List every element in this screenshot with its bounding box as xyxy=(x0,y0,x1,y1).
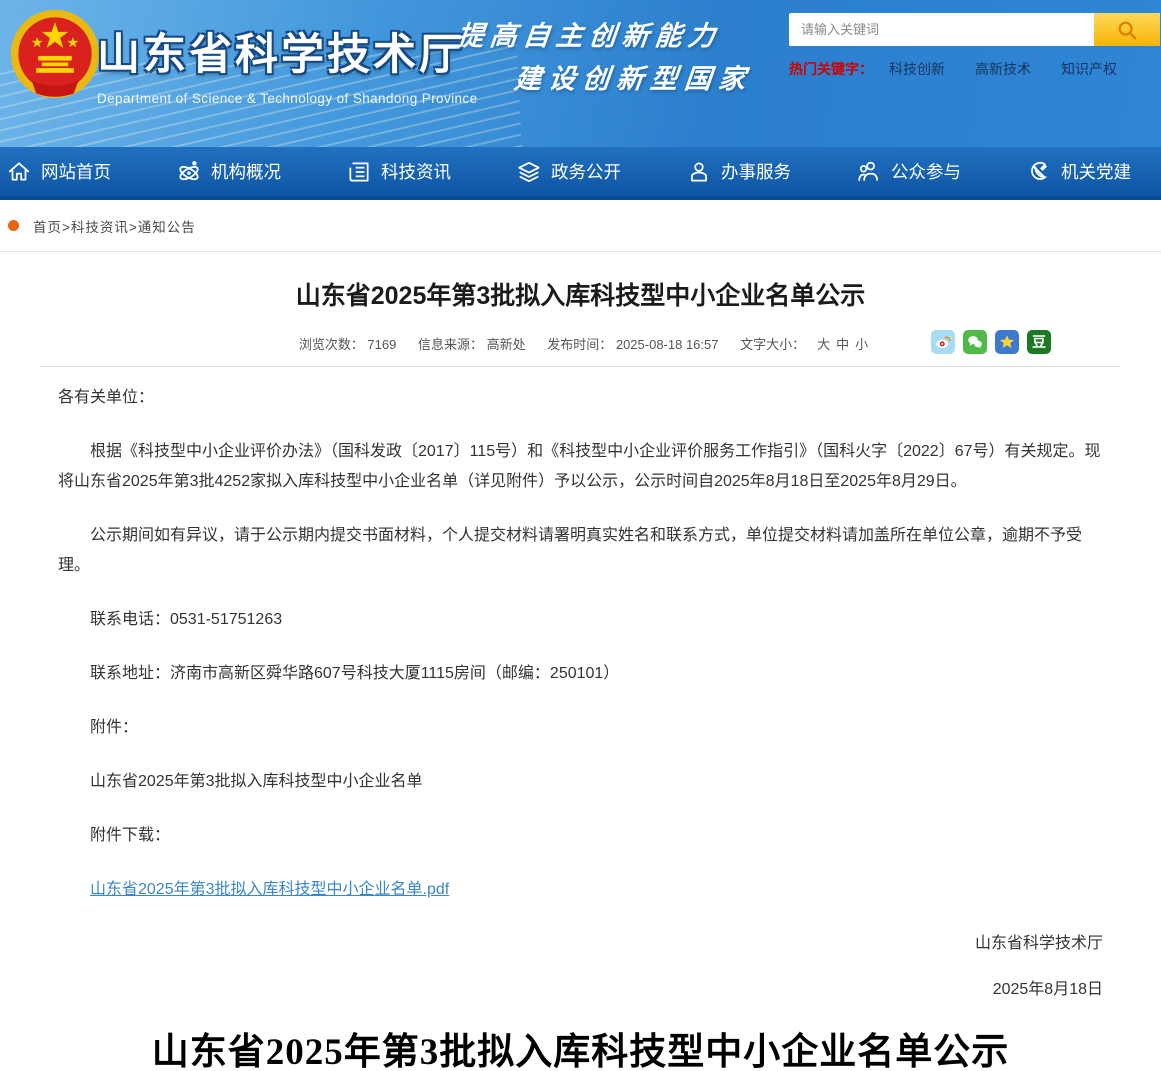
paragraph-2: 公示期间如有异议，请于公示期内提交书面材料，个人提交材料请署明真实姓名和联系方式… xyxy=(58,521,1103,581)
nav-item-home[interactable]: 网站首页 xyxy=(6,159,111,185)
download-label: 附件下载： xyxy=(58,821,1103,851)
brand-block: 山东省科学技术厅 Department of Science & Technol… xyxy=(97,20,477,106)
search-area: 热门关键字： 科技创新 高新技术 知识产权 xyxy=(789,13,1160,79)
person-badge-icon xyxy=(686,159,712,185)
wechat-icon[interactable] xyxy=(963,330,987,354)
nav-label: 公众参与 xyxy=(891,159,961,184)
font-size-large-button[interactable]: 大 xyxy=(817,337,830,352)
site-header: 山东省科学技术厅 Department of Science & Technol… xyxy=(0,0,1161,147)
search-input[interactable] xyxy=(789,13,1094,46)
nav-item-public[interactable]: 公众参与 xyxy=(856,159,961,185)
signature-org: 山东省科学技术厅 xyxy=(58,929,1103,953)
nav-item-overview[interactable]: 机构概况 xyxy=(176,159,281,185)
meta-views: 浏览次数： 7169 xyxy=(299,337,397,352)
douban-icon[interactable]: 豆 xyxy=(1027,330,1051,354)
breadcrumb[interactable]: 首页>科技资讯>通知公告 xyxy=(33,216,196,236)
search-button[interactable] xyxy=(1094,13,1160,46)
salutation: 各有关单位： xyxy=(58,383,1103,413)
contact-address: 联系地址：济南市高新区舜华路607号科技大厦1115房间（邮编：250101） xyxy=(58,659,1103,689)
party-emblem-icon xyxy=(1026,159,1052,185)
nav-item-services[interactable]: 办事服务 xyxy=(686,159,791,185)
hot-keywords-label: 热门关键字： xyxy=(789,59,873,79)
hot-keywords-row: 热门关键字： 科技创新 高新技术 知识产权 xyxy=(789,59,1160,79)
article-body: 各有关单位： 根据《科技型中小企业评价办法》（国科发政〔2017〕115号）和《… xyxy=(58,383,1103,905)
font-size-small-button[interactable]: 小 xyxy=(855,337,868,352)
font-size-medium-button[interactable]: 中 xyxy=(836,337,849,352)
breadcrumb-bar: 首页>科技资讯>通知公告 xyxy=(0,200,1161,252)
site-subtitle: Department of Science & Technology of Sh… xyxy=(97,91,477,106)
share-icons: 豆 xyxy=(931,330,1051,354)
contact-phone: 联系电话：0531-51751263 xyxy=(58,605,1103,635)
article-meta-row: 浏览次数： 7169 信息来源： 高新处 发布时间： 2025-08-18 16… xyxy=(58,332,1103,358)
main-nav: 网站首页 机构概况 科技资讯 政务公开 办事服务 xyxy=(0,147,1161,200)
home-icon xyxy=(6,159,32,185)
nav-item-news[interactable]: 科技资讯 xyxy=(346,159,451,185)
attachment-pdf-link[interactable]: 山东省2025年第3批拟入库科技型中小企业名单.pdf xyxy=(90,881,449,898)
meta-time: 发布时间： 2025-08-18 16:57 xyxy=(547,337,718,352)
nav-label: 政务公开 xyxy=(551,159,621,184)
article-title: 山东省2025年第3批拟入库科技型中小企业名单公示 xyxy=(58,276,1103,312)
search-icon xyxy=(1116,19,1138,41)
slogan: 提高自主创新能力 建设创新型国家 xyxy=(451,14,760,96)
meta-fontsize-label: 文字大小： xyxy=(740,337,805,352)
hot-keyword-zhishi[interactable]: 知识产权 xyxy=(1061,59,1117,79)
attachment-label: 附件： xyxy=(58,713,1103,743)
slogan-line2: 建设创新型国家 xyxy=(513,57,755,96)
attachment-name: 山东省2025年第3批拟入库科技型中小企业名单 xyxy=(58,767,1103,797)
site-title: 山东省科学技术厅 xyxy=(97,20,477,82)
weibo-icon[interactable] xyxy=(931,330,955,354)
nav-item-party[interactable]: 机关党建 xyxy=(1026,159,1131,185)
qzone-icon[interactable] xyxy=(995,330,1019,354)
signature-block: 山东省科学技术厅 2025年8月18日 xyxy=(58,929,1103,999)
hot-keyword-gaoxin[interactable]: 高新技术 xyxy=(975,59,1031,79)
meta-source: 信息来源： 高新处 xyxy=(418,337,526,352)
people-icon xyxy=(856,159,882,185)
national-emblem-logo xyxy=(8,7,102,101)
nav-label: 机关党建 xyxy=(1061,159,1131,184)
paragraph-1: 根据《科技型中小企业评价办法》（国科发政〔2017〕115号）和《科技型中小企业… xyxy=(58,437,1103,497)
nav-label: 机构概况 xyxy=(211,159,281,184)
atom-icon xyxy=(176,159,202,185)
article: 山东省2025年第3批拟入库科技型中小企业名单公示 浏览次数： 7169 信息来… xyxy=(0,252,1161,999)
breadcrumb-dot-icon xyxy=(8,220,19,231)
hot-keyword-keji[interactable]: 科技创新 xyxy=(889,59,945,79)
list-section-title: 山东省2025年第3批拟入库科技型中小企业名单公示 xyxy=(0,1021,1161,1071)
news-icon xyxy=(346,159,372,185)
slogan-line1: 提高自主创新能力 xyxy=(455,14,759,53)
layers-icon xyxy=(516,159,542,185)
nav-label: 办事服务 xyxy=(721,159,791,184)
page: 山东省科学技术厅 Department of Science & Technol… xyxy=(0,0,1161,1071)
signature-date: 2025年8月18日 xyxy=(58,975,1103,999)
nav-label: 科技资讯 xyxy=(381,159,451,184)
meta-divider xyxy=(40,366,1121,367)
nav-item-gov-info[interactable]: 政务公开 xyxy=(516,159,621,185)
nav-label: 网站首页 xyxy=(41,159,111,184)
